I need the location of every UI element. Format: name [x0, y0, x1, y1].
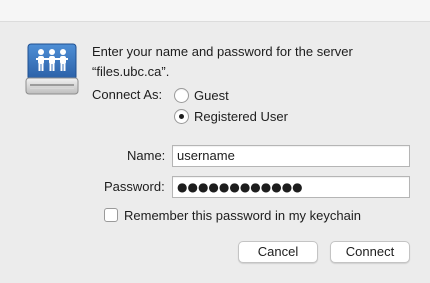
network-server-icon — [24, 42, 80, 98]
cancel-button[interactable]: Cancel — [238, 241, 318, 263]
message-line-2: “files.ubc.ca”. — [92, 64, 170, 79]
name-field-value: username — [177, 148, 235, 163]
password-field-value: ●●●●●●●●●●●● — [177, 180, 303, 194]
title-bar — [0, 0, 430, 22]
radio-guest-circle[interactable] — [174, 87, 189, 103]
radio-guest[interactable]: Guest — [174, 86, 229, 104]
remember-password-box[interactable] — [104, 208, 118, 222]
radio-registered-user[interactable]: Registered User — [174, 107, 288, 125]
radio-guest-label: Guest — [194, 87, 229, 103]
name-label: Name: — [127, 148, 166, 163]
message-line-1: Enter your name and password for the ser… — [92, 44, 353, 59]
remember-password-label: Remember this password in my keychain — [124, 207, 361, 223]
dialog-message: Enter your name and password for the ser… — [92, 42, 412, 82]
radio-registered-user-label: Registered User — [194, 108, 288, 124]
password-field[interactable]: ●●●●●●●●●●●● — [172, 176, 410, 198]
connect-button[interactable]: Connect — [330, 241, 410, 263]
connect-as-label: Connect As: — [92, 87, 163, 102]
radio-registered-user-circle[interactable] — [174, 108, 189, 124]
connect-to-server-dialog: Enter your name and password for the ser… — [0, 0, 430, 283]
remember-password-checkbox[interactable]: Remember this password in my keychain — [104, 206, 361, 224]
name-field[interactable]: username — [172, 145, 410, 167]
password-label: Password: — [104, 179, 165, 194]
